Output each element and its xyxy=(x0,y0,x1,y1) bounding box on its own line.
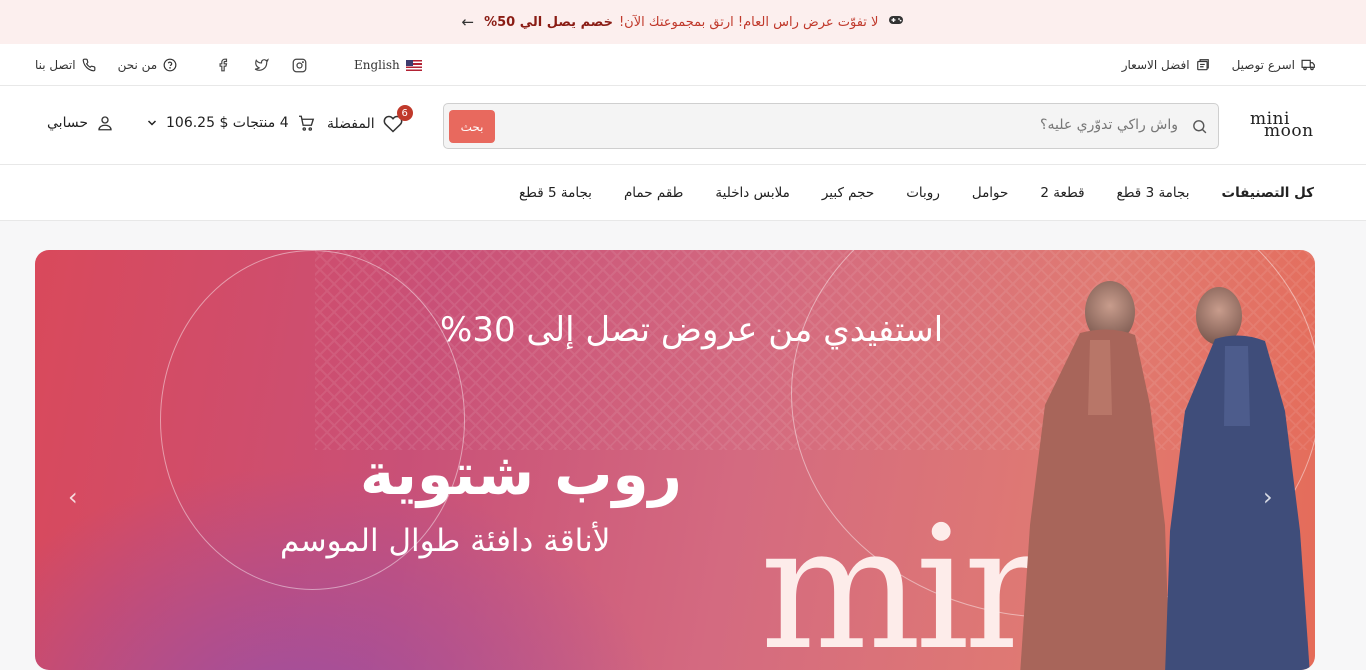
carousel-prev-button[interactable]: ‹ xyxy=(68,483,78,511)
promo-text: لا تفوّت عرض راس العام! ارتق بمجموعتك ال… xyxy=(618,14,879,30)
nav-item-robes[interactable]: روبات xyxy=(906,185,940,201)
cart-summary: 4 منتجات $ 106.25 xyxy=(166,115,289,131)
facebook-icon[interactable] xyxy=(215,57,231,73)
wishlist-label: المفضلة xyxy=(327,116,375,132)
nav-item-bath-set[interactable]: طقم حمام xyxy=(624,185,683,201)
main-header: حسابي 4 منتجات $ 106.25 المفضلة 6 بحث وا… xyxy=(0,86,1366,165)
wishlist-icon-wrap: 6 xyxy=(383,105,413,134)
about-label: من نحن xyxy=(117,58,158,72)
chevron-down-icon xyxy=(147,120,157,126)
account-link[interactable]: حسابي xyxy=(47,114,114,132)
nav-item-underwear[interactable]: ملابس داخلية xyxy=(715,185,789,201)
contact-link[interactable]: اتصل بنا xyxy=(35,58,96,72)
hero-subheading: استفيدي من عروض تصل إلى 30% xyxy=(440,310,944,350)
best-prices-label: افضل الاسعار xyxy=(1121,58,1190,72)
phone-icon xyxy=(82,58,96,72)
instagram-icon[interactable] xyxy=(291,57,307,73)
twitter-icon[interactable] xyxy=(253,57,269,73)
cart-icon xyxy=(298,115,314,131)
search-icon xyxy=(1193,120,1207,134)
best-prices-link[interactable]: افضل الاسعار xyxy=(1122,58,1210,72)
wishlist-count-badge: 6 xyxy=(396,105,413,121)
search-button[interactable]: بحث xyxy=(449,110,495,143)
fast-delivery-link[interactable]: اسرع توصيل xyxy=(1232,58,1316,72)
contact-label: اتصل بنا xyxy=(35,58,76,72)
help-circle-icon xyxy=(163,58,177,72)
nav-item-pajama-5pc[interactable]: بجامة 5 قطع xyxy=(519,185,592,201)
nav-item-maternity[interactable]: حوامل xyxy=(972,185,1009,201)
hero-models-image xyxy=(1020,275,1310,670)
category-nav: كل التصنيفات بجامة 3 قطع 2 قطعة حوامل رو… xyxy=(0,165,1366,221)
language-label: English xyxy=(354,58,400,72)
arrow-left-icon: ← xyxy=(461,13,475,31)
search-bar: بحث واش راكي تدوّري عليه؟ xyxy=(443,103,1219,149)
fast-delivery-label: اسرع توصيل xyxy=(1231,58,1295,72)
us-flag-icon xyxy=(405,59,422,71)
nav-item-all-categories[interactable]: كل التصنيفات xyxy=(1222,185,1314,201)
hero-carousel[interactable]: استفيدي من عروض تصل إلى 30% روب شتوية لأ… xyxy=(35,250,1315,670)
nav-item-pajama-3pc[interactable]: بجامة 3 قطع xyxy=(1117,185,1190,201)
cart-button[interactable]: 4 منتجات $ 106.25 xyxy=(146,114,316,132)
logo-line2: moon xyxy=(1264,121,1314,141)
store-icon xyxy=(1196,59,1209,71)
gamepad-icon xyxy=(888,14,904,30)
search-input[interactable]: واش راكي تدوّري عليه؟ xyxy=(1040,117,1178,133)
hero-headline: روب شتوية xyxy=(360,440,682,508)
nav-item-2pc[interactable]: 2 قطعة xyxy=(1040,185,1084,201)
language-switcher[interactable]: English xyxy=(354,44,422,86)
promo-highlight: خصم يصل الي 50% xyxy=(484,14,613,30)
hero-tagline: لأناقة دافئة طوال الموسم xyxy=(280,523,611,559)
account-label: حسابي xyxy=(47,115,88,131)
user-icon xyxy=(98,116,112,131)
promo-banner[interactable]: ← خصم يصل الي 50% لا تفوّت عرض راس العام… xyxy=(0,0,1366,44)
about-link[interactable]: من نحن xyxy=(118,58,178,72)
carousel-next-button[interactable]: › xyxy=(1263,483,1273,511)
utility-bar: اتصل بنا من نحن English افضل الاسعار اسر… xyxy=(0,44,1366,86)
wishlist-link[interactable]: المفضلة 6 xyxy=(327,105,413,134)
truck-icon xyxy=(1301,59,1315,71)
site-logo[interactable]: mini moon xyxy=(1250,111,1316,143)
nav-item-plus-size[interactable]: حجم كبير xyxy=(822,185,874,201)
